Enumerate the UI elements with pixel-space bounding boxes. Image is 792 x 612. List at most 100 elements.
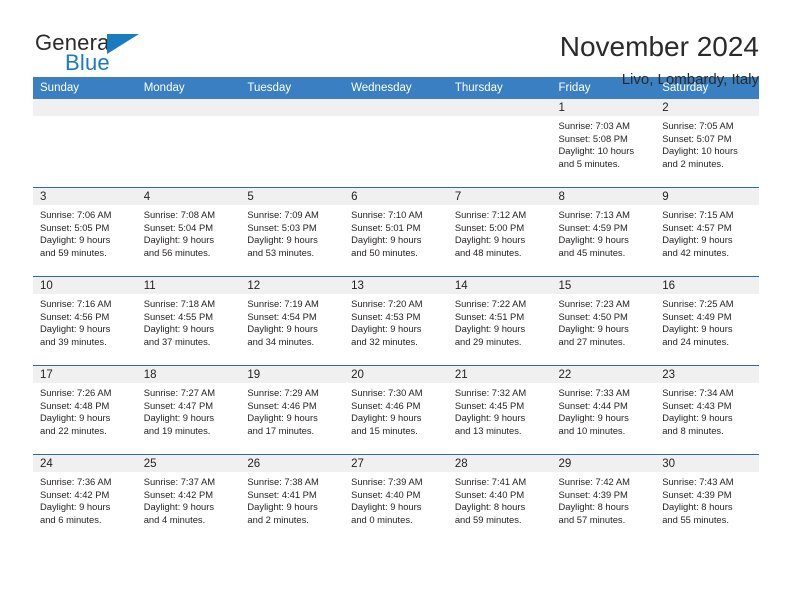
sun-info-line: Daylight: 9 hours [40,412,111,424]
calendar-day-cell[interactable]: 3 Sunrise: 7:06 AM Sunset: 5:05 PM Daylight… [33,187,137,277]
sun-info-line: Sunrise: 7:37 AM [143,476,216,487]
general-blue-logo[interactable]: General Blue [33,30,153,82]
sun-info-line: Daylight: 9 hours [662,234,733,246]
calendar-day-cell[interactable]: 9 Sunrise: 7:15 AM Sunset: 4:57 PM Daylight… [655,187,759,277]
day-number: 2 [655,99,759,116]
day-sun-info: Sunrise: 7:08 AM Sunset: 5:04 PM Daylight:… [137,205,241,259]
day-number: 10 [33,277,137,294]
day-sun-info: Sunrise: 7:20 AM Sunset: 4:53 PM Daylight:… [344,294,448,348]
day-sun-info: Sunrise: 7:32 AM Sunset: 4:45 PM Daylight:… [448,383,552,437]
day-number [33,99,137,116]
day-sun-info: Sunrise: 7:03 AM Sunset: 5:08 PM Daylight:… [552,116,656,170]
calendar-day-cell[interactable]: 22 Sunrise: 7:33 AM Sunset: 4:44 PM Dayligh… [551,365,656,455]
calendar-day-cell[interactable]: 27 Sunrise: 7:39 AM Sunset: 4:40 PM Dayligh… [344,454,448,543]
weekday-header-thursday: Thursday [447,77,552,99]
day-number: 26 [240,455,345,472]
calendar-day-cell[interactable]: 13 Sunrise: 7:20 AM Sunset: 4:53 PM Dayligh… [344,276,448,366]
day-number: 19 [240,366,345,383]
calendar-day-cell[interactable]: 30 Sunrise: 7:43 AM Sunset: 4:39 PM Dayligh… [655,454,759,543]
sun-info-line: Sunrise: 7:34 AM [662,387,734,398]
sun-info-line: Sunset: 4:46 PM [351,399,421,411]
sun-info-line: Sunset: 4:51 PM [454,310,525,322]
calendar-day-cell-empty [33,99,137,188]
day-sun-info: Sunrise: 7:10 AM Sunset: 5:01 PM Daylight:… [344,205,448,259]
sun-info-line: Sunrise: 7:29 AM [247,387,319,398]
sun-info-line: Daylight: 9 hours [247,323,318,335]
sun-info-line: and 50 minutes. [351,246,418,258]
sun-info-line: Sunrise: 7:41 AM [454,476,527,487]
sun-info-line: and 15 minutes. [351,424,418,436]
sun-info-line: Daylight: 9 hours [454,412,526,424]
calendar-day-cell[interactable]: 26 Sunrise: 7:38 AM Sunset: 4:41 PM Dayligh… [240,454,345,543]
calendar-day-cell[interactable]: 5 Sunrise: 7:09 AM Sunset: 5:03 PM Daylight… [240,187,345,277]
calendar-day-cell[interactable]: 29 Sunrise: 7:42 AM Sunset: 4:39 PM Dayligh… [551,454,656,543]
title-block: November 2024 Livo, Lombardy, Italy [560,30,759,88]
calendar-day-cell[interactable]: 28 Sunrise: 7:41 AM Sunset: 4:40 PM Dayligh… [447,454,552,543]
page-header: General Blue November 2024 Livo, Lombard… [33,0,759,88]
calendar-day-cell[interactable]: 21 Sunrise: 7:32 AM Sunset: 4:45 PM Dayligh… [447,365,552,455]
sun-info-line: and 29 minutes. [454,335,522,347]
day-sun-info: Sunrise: 7:15 AM Sunset: 4:57 PM Daylight:… [655,205,759,259]
day-number: 16 [655,277,759,294]
day-sun-info: Sunrise: 7:29 AM Sunset: 4:46 PM Daylight:… [240,383,344,437]
sun-info-line: Daylight: 9 hours [143,323,215,335]
sun-info-line: Sunset: 4:39 PM [662,488,732,500]
calendar-day-cell[interactable]: 19 Sunrise: 7:29 AM Sunset: 4:46 PM Dayligh… [240,365,345,455]
calendar-page: General Blue November 2024 Livo, Lombard… [0,0,792,612]
calendar-day-cell[interactable]: 17 Sunrise: 7:26 AM Sunset: 4:48 PM Dayligh… [33,365,137,455]
sun-info-line: Daylight: 9 hours [351,412,422,424]
day-number: 15 [551,277,656,294]
calendar-day-cell[interactable]: 6 Sunrise: 7:10 AM Sunset: 5:01 PM Daylight… [344,187,448,277]
calendar-day-cell[interactable]: 25 Sunrise: 7:37 AM Sunset: 4:42 PM Dayligh… [136,454,241,543]
sun-info-line: Sunset: 5:00 PM [454,221,525,233]
calendar-day-cell[interactable]: 18 Sunrise: 7:27 AM Sunset: 4:47 PM Dayligh… [136,365,241,455]
calendar-day-cell[interactable]: 24 Sunrise: 7:36 AM Sunset: 4:42 PM Dayligh… [33,454,137,543]
sun-info-line: and 5 minutes. [558,157,621,169]
calendar-day-cell[interactable]: 14 Sunrise: 7:22 AM Sunset: 4:51 PM Dayligh… [447,276,552,366]
sun-info-line: Daylight: 9 hours [662,323,733,335]
calendar-day-cell[interactable]: 12 Sunrise: 7:19 AM Sunset: 4:54 PM Dayligh… [240,276,345,366]
sun-info-line: and 10 minutes. [558,424,626,436]
calendar-day-cell[interactable]: 7 Sunrise: 7:12 AM Sunset: 5:00 PM Daylight… [447,187,552,277]
day-sun-info: Sunrise: 7:33 AM Sunset: 4:44 PM Daylight:… [552,383,656,437]
calendar-day-cell[interactable]: 16 Sunrise: 7:25 AM Sunset: 4:49 PM Dayligh… [655,276,759,366]
day-sun-info: Sunrise: 7:34 AM Sunset: 4:43 PM Daylight:… [655,383,759,437]
sun-info-line: Sunrise: 7:08 AM [143,209,216,220]
sun-info-line: Daylight: 9 hours [247,412,318,424]
calendar-day-cell[interactable]: 4 Sunrise: 7:08 AM Sunset: 5:04 PM Daylight… [136,187,241,277]
sun-info-line: Sunset: 4:48 PM [40,399,110,411]
sun-info-line: Daylight: 8 hours [558,501,629,513]
day-sun-info: Sunrise: 7:42 AM Sunset: 4:39 PM Daylight:… [552,472,656,526]
day-sun-info: Sunrise: 7:43 AM Sunset: 4:39 PM Daylight:… [655,472,759,526]
calendar-week-row: 17 Sunrise: 7:26 AM Sunset: 4:48 PM Dayligh… [33,365,759,455]
day-sun-info: Sunrise: 7:36 AM Sunset: 4:42 PM Daylight:… [33,472,137,526]
day-sun-info: Sunrise: 7:18 AM Sunset: 4:55 PM Daylight:… [137,294,241,348]
sun-info-line: and 34 minutes. [247,335,315,347]
calendar-day-cell[interactable]: 20 Sunrise: 7:30 AM Sunset: 4:46 PM Dayligh… [344,365,448,455]
sun-info-line: Sunrise: 7:16 AM [40,298,112,309]
sun-info-line: Sunset: 5:04 PM [143,221,214,233]
sunrise-sunset-calendar: Sunday Monday Tuesday Wednesday Thursday Frid… [33,77,759,543]
calendar-day-cell[interactable]: 15 Sunrise: 7:23 AM Sunset: 4:50 PM Dayligh… [551,276,656,366]
calendar-day-cell[interactable]: 11 Sunrise: 7:18 AM Sunset: 4:55 PM Dayligh… [136,276,241,366]
day-sun-info: Sunrise: 7:05 AM Sunset: 5:07 PM Daylight:… [655,116,759,170]
day-number: 27 [344,455,448,472]
sun-info-line: Daylight: 10 hours [558,145,635,157]
calendar-day-cell[interactable]: 8 Sunrise: 7:13 AM Sunset: 4:59 PM Daylight… [551,187,656,277]
sun-info-line: and 2 minutes. [662,157,724,169]
day-sun-info: Sunrise: 7:12 AM Sunset: 5:00 PM Daylight:… [448,205,552,259]
calendar-day-cell[interactable]: 10 Sunrise: 7:16 AM Sunset: 4:56 PM Dayligh… [33,276,137,366]
day-number: 22 [551,366,656,383]
calendar-day-cell[interactable]: 1 Sunrise: 7:03 AM Sunset: 5:08 PM Daylight… [551,99,656,188]
sun-info-line: Sunrise: 7:22 AM [454,298,527,309]
calendar-day-cell-empty [136,99,241,188]
calendar-day-cell[interactable]: 2 Sunrise: 7:05 AM Sunset: 5:07 PM Daylight… [655,99,759,188]
sun-info-line: and 48 minutes. [454,246,522,258]
sun-info-line: Sunrise: 7:10 AM [351,209,423,220]
sun-info-line: Daylight: 8 hours [454,501,526,513]
calendar-day-cell[interactable]: 23 Sunrise: 7:34 AM Sunset: 4:43 PM Dayligh… [655,365,759,455]
sun-info-line: and 42 minutes. [662,246,729,258]
sun-info-line: and 55 minutes. [662,513,729,525]
day-sun-info: Sunrise: 7:13 AM Sunset: 4:59 PM Daylight:… [552,205,656,259]
logo-word-blue: Blue [65,50,110,75]
